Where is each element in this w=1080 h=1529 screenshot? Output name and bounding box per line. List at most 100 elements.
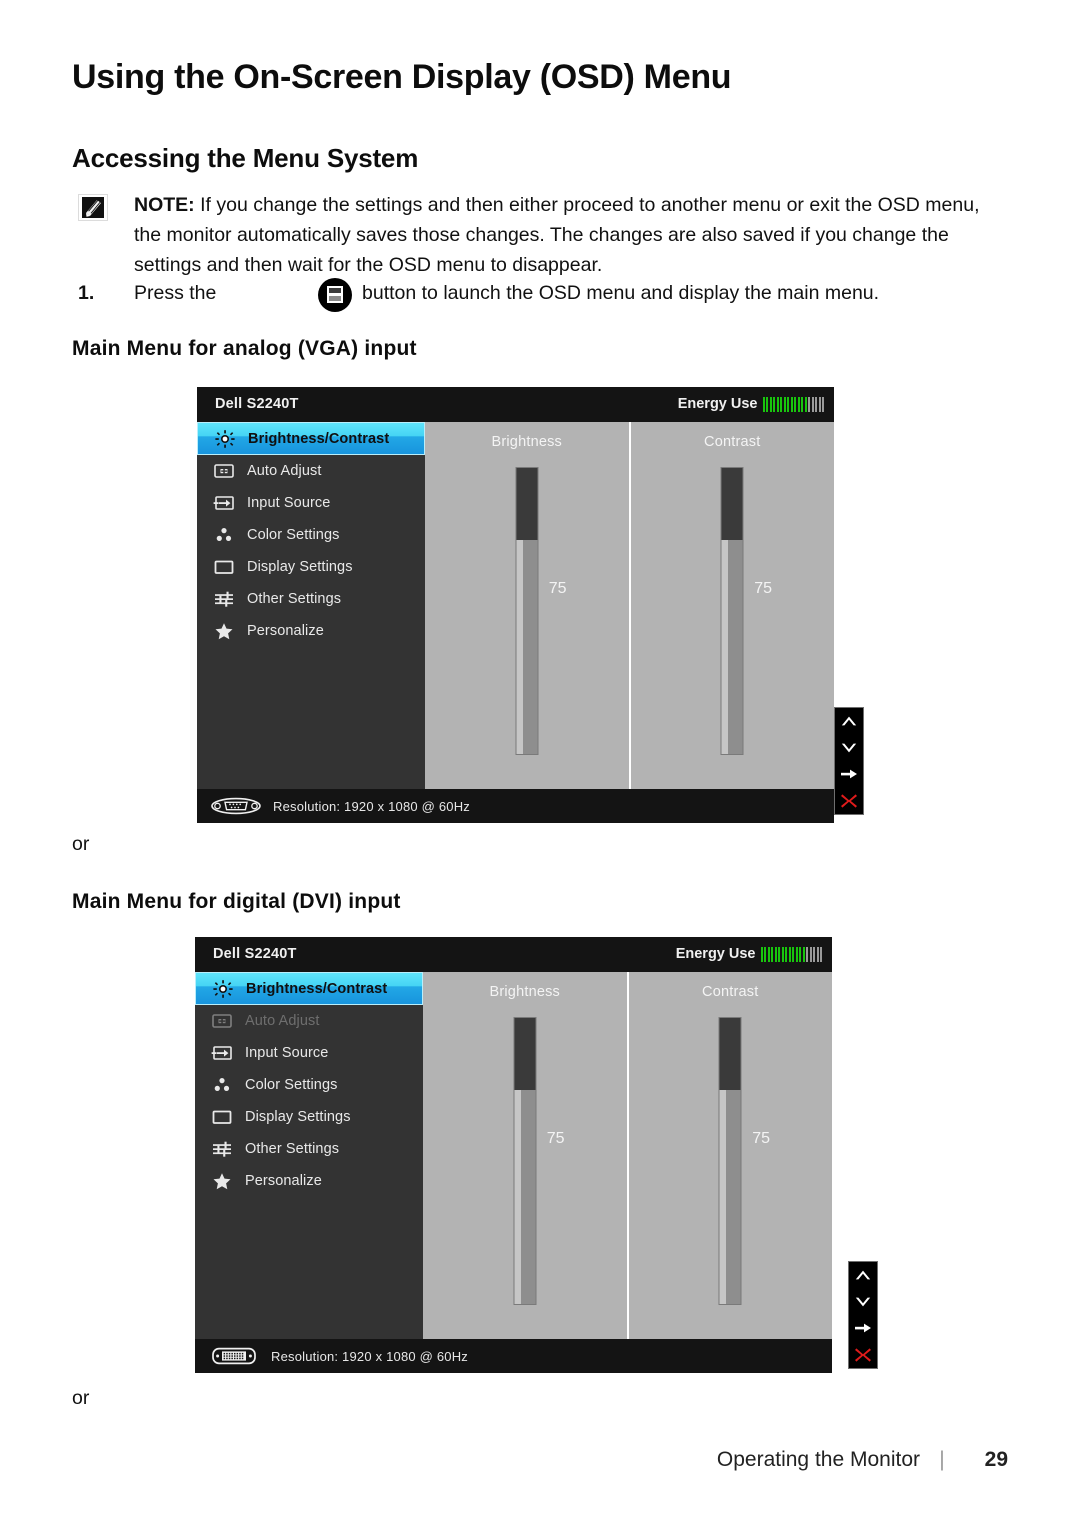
section-heading: Accessing the Menu System: [72, 143, 419, 173]
nav-button-enter[interactable]: [849, 1315, 877, 1342]
menu-item-personalize[interactable]: Personalize: [195, 1165, 423, 1197]
page-title: Using the On-Screen Display (OSD) Menu: [72, 58, 732, 96]
slider-value: 75: [752, 1130, 771, 1147]
resolution-label: Resolution: 1920 x 1080 @ 60Hz: [273, 798, 470, 814]
other-settings-icon: [211, 1139, 233, 1159]
energy-use-indicator: Energy Use: [676, 946, 822, 962]
menu-item-label: Display Settings: [247, 559, 353, 575]
osd-nav-buttons-vga[interactable]: [834, 707, 864, 815]
display-settings-icon: [213, 557, 235, 577]
energy-use-label: Energy Use: [677, 396, 758, 412]
slider-track[interactable]: [515, 467, 539, 755]
osd-nav-buttons-dvi[interactable]: [848, 1261, 878, 1369]
osd-body: Brightness/Contrast Auto Adjust Input So…: [195, 972, 832, 1339]
step-row-1: 1. Press the button to launch the OSD me…: [78, 278, 1008, 312]
slider-brightness[interactable]: Brightness 75: [425, 422, 629, 789]
osd-status-bar: Resolution: 1920 x 1080 @ 60Hz: [195, 1339, 832, 1373]
menu-item-label: Auto Adjust: [247, 463, 322, 479]
subheading-dvi: Main Menu for digital (DVI) input: [72, 890, 401, 913]
vga-connector-icon: [211, 796, 261, 816]
osd-sidebar: Brightness/Contrast Auto Adjust Input So…: [195, 972, 423, 1339]
input-source-icon: [211, 1043, 233, 1063]
menu-item-auto-adjust[interactable]: Auto Adjust: [197, 455, 425, 487]
slider-value: 75: [548, 580, 567, 597]
osd-menu-button-icon: [318, 278, 352, 312]
osd-sidebar: Brightness/Contrast Auto Adjust Input So…: [197, 422, 425, 789]
step-number: 1.: [78, 282, 95, 304]
auto-adjust-icon: [213, 461, 235, 481]
slider-track[interactable]: [718, 1017, 742, 1305]
resolution-label: Resolution: 1920 x 1080 @ 60Hz: [271, 1348, 468, 1364]
brightness-icon: [214, 429, 236, 449]
nav-button-exit[interactable]: [849, 1342, 877, 1369]
menu-item-personalize[interactable]: Personalize: [197, 615, 425, 647]
menu-item-label: Personalize: [245, 1173, 322, 1189]
osd-title-bar: Dell S2240T Energy Use: [195, 937, 832, 972]
menu-item-other-settings[interactable]: Other Settings: [197, 583, 425, 615]
menu-item-input-source[interactable]: Input Source: [197, 487, 425, 519]
note-pencil-icon: [78, 194, 108, 221]
nav-button-down[interactable]: [835, 735, 863, 762]
nav-button-exit[interactable]: [835, 788, 863, 815]
slider-fill: [514, 1089, 536, 1304]
osd-body: Brightness/Contrast Auto Adjust Input So…: [197, 422, 834, 789]
menu-item-label: Color Settings: [247, 527, 340, 543]
osd-title-bar: Dell S2240T Energy Use: [197, 387, 834, 422]
brightness-icon: [212, 979, 234, 999]
nav-button-up[interactable]: [835, 708, 863, 735]
energy-use-label: Energy Use: [675, 946, 756, 962]
menu-item-label: Personalize: [247, 623, 324, 639]
slider-label: Brightness: [491, 434, 562, 450]
menu-item-color-settings[interactable]: Color Settings: [195, 1069, 423, 1101]
menu-item-other-settings[interactable]: Other Settings: [195, 1133, 423, 1165]
menu-item-brightness-contrast[interactable]: Brightness/Contrast: [197, 422, 425, 455]
menu-item-label: Input Source: [247, 495, 331, 511]
osd-content-pane: Brightness 75 Contrast 75: [425, 422, 834, 789]
menu-item-color-settings[interactable]: Color Settings: [197, 519, 425, 551]
monitor-model-label: Dell S2240T: [213, 946, 297, 962]
note-body: If you change the settings and then eith…: [134, 194, 980, 276]
nav-button-down[interactable]: [849, 1289, 877, 1316]
energy-use-indicator: Energy Use: [678, 396, 824, 412]
monitor-model-label: Dell S2240T: [215, 396, 299, 412]
menu-item-brightness-contrast[interactable]: Brightness/Contrast: [195, 972, 423, 1005]
input-source-icon: [213, 493, 235, 513]
slider-track[interactable]: [513, 1017, 537, 1305]
close-x-icon: [854, 1347, 872, 1363]
osd-menu-button-glyph: [327, 286, 343, 303]
osd-status-bar: Resolution: 1920 x 1080 @ 60Hz: [197, 789, 834, 823]
arrow-right-icon: [854, 1321, 872, 1335]
subheading-vga: Main Menu for analog (VGA) input: [72, 337, 417, 360]
slider-value: 75: [546, 1130, 565, 1147]
energy-use-bars: [762, 396, 824, 412]
slider-contrast[interactable]: Contrast 75: [626, 972, 833, 1339]
osd-menu-dvi: Dell S2240T Energy Use Brightness/Contras…: [195, 937, 832, 1373]
slider-brightness[interactable]: Brightness 75: [423, 972, 627, 1339]
or-text-2: or: [72, 1387, 90, 1409]
menu-item-label: Color Settings: [245, 1077, 338, 1093]
slider-label: Contrast: [702, 984, 759, 1000]
dvi-connector-icon: [209, 1346, 259, 1366]
menu-item-label: Auto Adjust: [245, 1013, 320, 1029]
step-text-before: Press the: [134, 282, 217, 304]
slider-value: 75: [754, 580, 773, 597]
menu-item-label: Other Settings: [247, 591, 342, 607]
nav-button-up[interactable]: [849, 1262, 877, 1289]
slider-contrast[interactable]: Contrast 75: [628, 422, 835, 789]
menu-item-auto-adjust: Auto Adjust: [195, 1005, 423, 1037]
menu-item-label: Display Settings: [245, 1109, 351, 1125]
slider-track[interactable]: [720, 467, 744, 755]
slider-label: Contrast: [704, 434, 761, 450]
menu-item-display-settings[interactable]: Display Settings: [197, 551, 425, 583]
slider-fill: [721, 539, 743, 754]
display-settings-icon: [211, 1107, 233, 1127]
menu-item-label: Input Source: [245, 1045, 329, 1061]
menu-item-display-settings[interactable]: Display Settings: [195, 1101, 423, 1133]
nav-button-enter[interactable]: [835, 761, 863, 788]
step-text-after: button to launch the OSD menu and displa…: [362, 282, 880, 304]
chevron-up-icon: [854, 1268, 872, 1282]
footer-separator: |: [939, 1448, 945, 1471]
other-settings-icon: [213, 589, 235, 609]
menu-item-label: Brightness/Contrast: [246, 980, 388, 997]
menu-item-input-source[interactable]: Input Source: [195, 1037, 423, 1069]
